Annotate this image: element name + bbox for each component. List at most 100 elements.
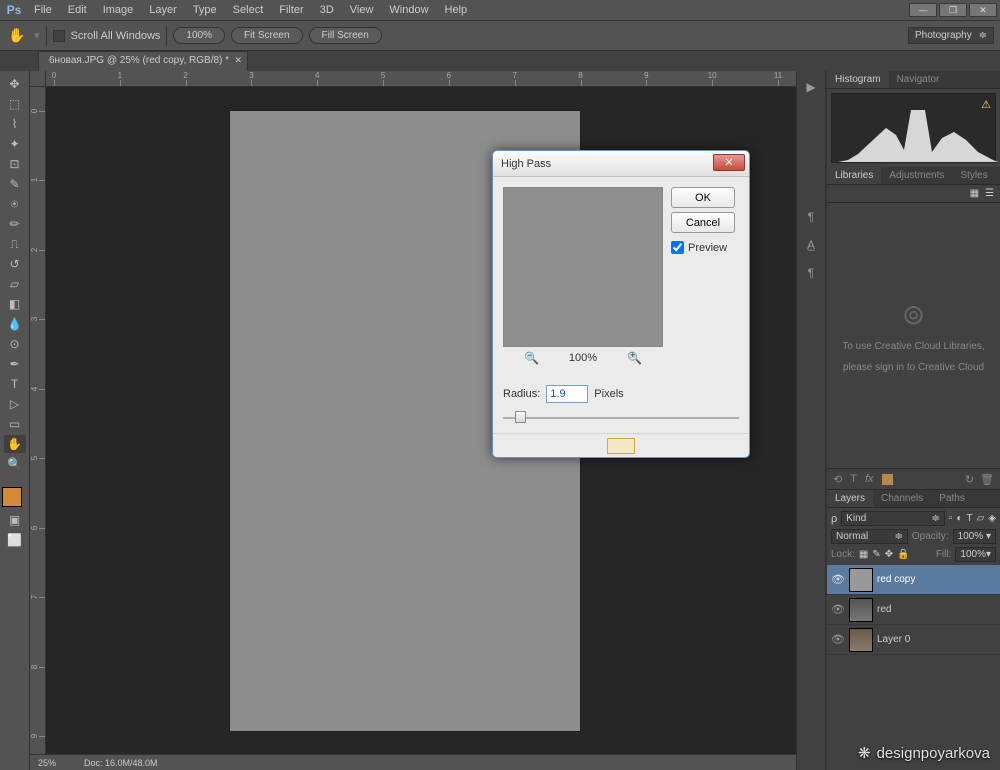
- close-button[interactable]: ✕: [969, 3, 997, 17]
- zoom-tool[interactable]: 🔍: [4, 455, 26, 473]
- shape-tool[interactable]: ▭: [4, 415, 26, 433]
- layer-name[interactable]: red: [877, 604, 891, 615]
- tab-styles[interactable]: Styles: [952, 167, 995, 184]
- path-select-tool[interactable]: ▷: [4, 395, 26, 413]
- document-tab[interactable]: 6новая.JPG @ 25% (red copy, RGB/8) * ✕: [38, 51, 248, 71]
- tab-channels[interactable]: Channels: [873, 490, 931, 507]
- eyedropper-tool[interactable]: ✎: [4, 175, 26, 193]
- filter-shape-icon[interactable]: ▱: [977, 513, 985, 524]
- fill-input[interactable]: 100%▾: [955, 547, 996, 562]
- heal-tool[interactable]: ⍟: [4, 195, 26, 213]
- crop-tool[interactable]: ⊡: [4, 155, 26, 173]
- layer-name[interactable]: red copy: [877, 574, 915, 585]
- resize-grip[interactable]: [607, 438, 635, 454]
- visibility-toggle[interactable]: 👁: [831, 573, 845, 586]
- lock-all-icon[interactable]: 🔒: [897, 549, 909, 560]
- grid-view-icon[interactable]: ▦: [970, 188, 979, 199]
- cancel-button[interactable]: Cancel: [671, 212, 735, 233]
- filter-type-icon[interactable]: T: [966, 513, 972, 524]
- list-view-icon[interactable]: ☰: [985, 188, 994, 199]
- lasso-tool[interactable]: ⌇: [4, 115, 26, 133]
- visibility-toggle[interactable]: 👁: [831, 633, 845, 646]
- close-tab-icon[interactable]: ✕: [235, 55, 243, 66]
- minimize-button[interactable]: —: [909, 3, 937, 17]
- quickmask-toggle[interactable]: ▣: [4, 511, 26, 529]
- fill-swatch-icon[interactable]: [882, 474, 893, 485]
- fill-screen-button[interactable]: Fill Screen: [309, 27, 382, 44]
- tab-layers[interactable]: Layers: [827, 490, 873, 507]
- menu-window[interactable]: Window: [381, 1, 436, 19]
- menu-select[interactable]: Select: [225, 1, 272, 19]
- dialog-close-button[interactable]: ✕: [713, 154, 745, 171]
- move-tool[interactable]: ✥: [4, 75, 26, 93]
- dodge-tool[interactable]: ⊙: [4, 335, 26, 353]
- layer-thumb[interactable]: [849, 628, 873, 652]
- menu-layer[interactable]: Layer: [141, 1, 185, 19]
- history-brush-tool[interactable]: ↺: [4, 255, 26, 273]
- status-docsize[interactable]: Doc: 16.0M/48.0M: [84, 758, 158, 768]
- brush-tool[interactable]: ✏: [4, 215, 26, 233]
- refresh-icon[interactable]: ↻: [965, 473, 974, 486]
- menu-view[interactable]: View: [342, 1, 382, 19]
- layer-thumb[interactable]: [849, 568, 873, 592]
- radius-input[interactable]: [546, 385, 588, 403]
- hand-tool-icon[interactable]: ✋: [6, 25, 28, 47]
- ruler-vertical[interactable]: 0123456789: [30, 87, 46, 770]
- layer-filter-kind[interactable]: Kind≑: [841, 511, 945, 526]
- link-icon[interactable]: ⟲: [833, 473, 842, 486]
- fx-icon[interactable]: fx: [865, 473, 874, 485]
- play-icon[interactable]: ▶: [801, 79, 821, 95]
- type-icon[interactable]: T: [850, 473, 857, 485]
- lock-position-icon[interactable]: ✥: [885, 549, 893, 560]
- paragraph-icon[interactable]: ¶: [801, 209, 821, 225]
- radius-slider[interactable]: [503, 409, 739, 427]
- menu-type[interactable]: Type: [185, 1, 225, 19]
- menu-help[interactable]: Help: [437, 1, 476, 19]
- tab-libraries[interactable]: Libraries: [827, 167, 881, 184]
- layer-row[interactable]: 👁 red: [827, 595, 1000, 625]
- filter-smart-icon[interactable]: ◈: [988, 513, 996, 524]
- zoom-100-button[interactable]: 100%: [173, 27, 225, 44]
- scroll-all-checkbox[interactable]: [53, 30, 65, 42]
- ok-button[interactable]: OK: [671, 187, 735, 208]
- menu-filter[interactable]: Filter: [271, 1, 311, 19]
- menu-3d[interactable]: 3D: [312, 1, 342, 19]
- status-zoom[interactable]: 25%: [38, 758, 56, 768]
- app-logo[interactable]: Ps: [2, 1, 26, 19]
- filter-image-icon[interactable]: ▫: [949, 513, 953, 524]
- opacity-input[interactable]: 100%▾: [953, 529, 996, 544]
- tab-adjustments[interactable]: Adjustments: [881, 167, 952, 184]
- trash-icon[interactable]: 🗑: [980, 473, 994, 486]
- tab-histogram[interactable]: Histogram: [827, 71, 889, 88]
- ruler-horizontal[interactable]: 01234567891011: [46, 71, 796, 87]
- layer-thumb[interactable]: [849, 598, 873, 622]
- fit-screen-button[interactable]: Fit Screen: [231, 27, 303, 44]
- zoom-in-icon[interactable]: 🔍+: [627, 351, 642, 365]
- workspace-dropdown[interactable]: Photography≑: [908, 27, 994, 44]
- marquee-tool[interactable]: ⬚: [4, 95, 26, 113]
- blend-mode-select[interactable]: Normal≑: [831, 529, 908, 544]
- filter-adj-icon[interactable]: ◐: [956, 513, 962, 524]
- tab-paths[interactable]: Paths: [931, 490, 973, 507]
- gradient-tool[interactable]: ◧: [4, 295, 26, 313]
- blur-tool[interactable]: 💧: [4, 315, 26, 333]
- zoom-out-icon[interactable]: 🔍−: [524, 351, 539, 365]
- layer-row[interactable]: 👁 red copy: [827, 565, 1000, 595]
- glyph-icon[interactable]: ¶: [801, 265, 821, 281]
- char-a-icon[interactable]: A̲: [801, 237, 821, 253]
- pen-tool[interactable]: ✒: [4, 355, 26, 373]
- maximize-button[interactable]: ❐: [939, 3, 967, 17]
- preview-checkbox[interactable]: [671, 241, 684, 254]
- eraser-tool[interactable]: ▱: [4, 275, 26, 293]
- foreground-color-swatch[interactable]: [2, 487, 22, 507]
- wand-tool[interactable]: ✦: [4, 135, 26, 153]
- layer-row[interactable]: 👁 Layer 0: [827, 625, 1000, 655]
- stamp-tool[interactable]: ⎍: [4, 235, 26, 253]
- lock-transparency-icon[interactable]: ▦: [859, 549, 868, 560]
- visibility-toggle[interactable]: 👁: [831, 603, 845, 616]
- menu-image[interactable]: Image: [95, 1, 142, 19]
- hand-tool[interactable]: ✋: [4, 435, 26, 453]
- tab-navigator[interactable]: Navigator: [889, 71, 948, 88]
- filter-preview[interactable]: [503, 187, 663, 347]
- lock-paint-icon[interactable]: ✎: [872, 549, 880, 560]
